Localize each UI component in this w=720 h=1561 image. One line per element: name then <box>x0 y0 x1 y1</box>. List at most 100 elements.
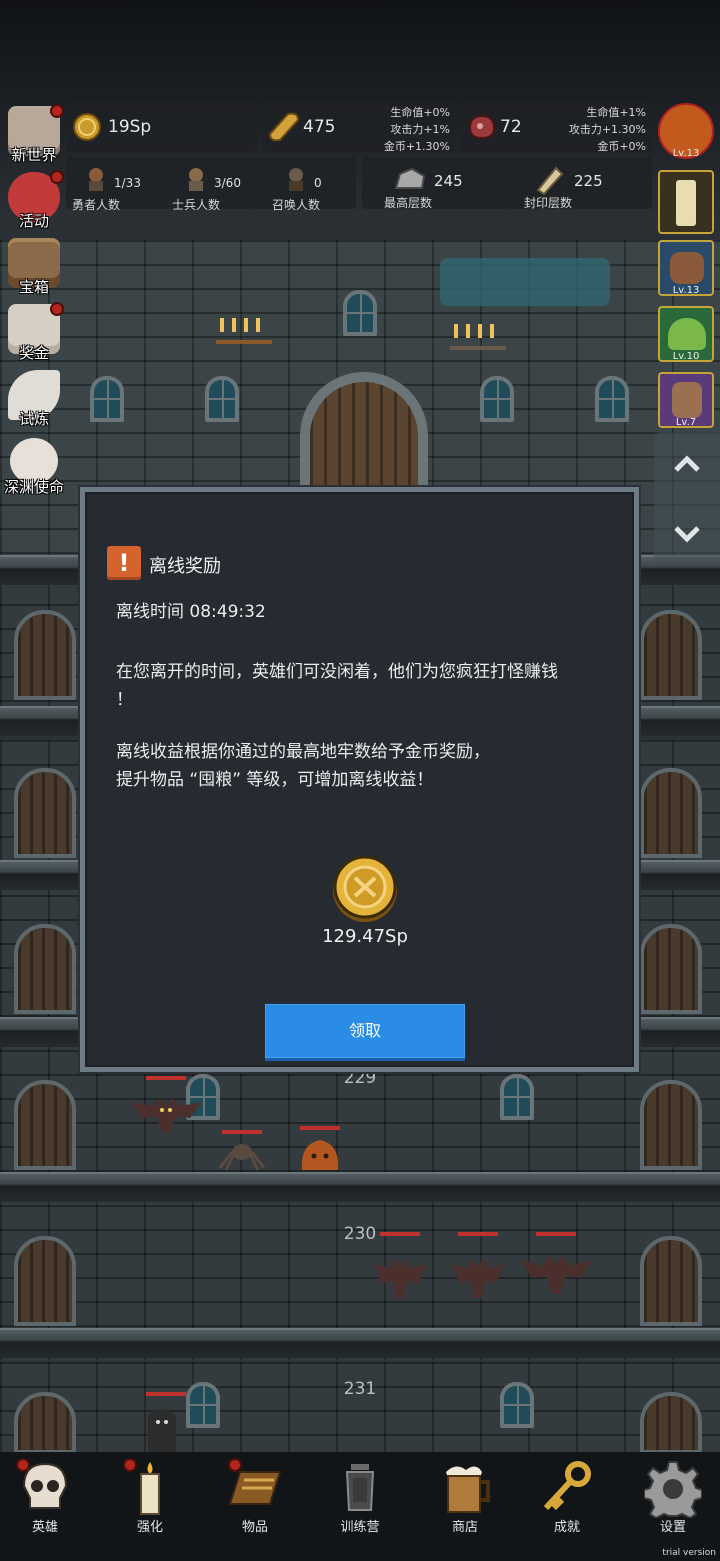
new-world-label: 新世界 <box>11 146 57 164</box>
abyss-mission-label: 深渊使命 <box>3 478 64 496</box>
monster-hp-bar <box>380 1232 420 1236</box>
item-level: Lv.13 <box>672 285 700 296</box>
stone-icon <box>394 167 426 189</box>
summon-icon <box>289 168 303 191</box>
hero-count: 1/33 <box>114 176 141 190</box>
item-slot[interactable] <box>658 170 714 234</box>
bat-monster <box>130 1098 202 1132</box>
scroll-icon <box>536 166 564 196</box>
dungeon-door <box>14 1236 76 1326</box>
gold-coin-icon <box>333 855 397 922</box>
bottom-navigation: 英雄 强化 物品 训练营 商店 成就 设置 trial version <box>0 1452 720 1561</box>
gear-icon <box>644 1461 702 1518</box>
meat-bonus-atk: 攻击力+1.30% <box>568 123 646 136</box>
gold-coin-icon <box>73 113 101 141</box>
chevron-down-icon[interactable] <box>672 518 702 548</box>
lantern-icon <box>345 1464 375 1511</box>
currency-value: 19Sp <box>108 117 152 137</box>
bread-bonus-hp: 生命值+0% <box>390 106 450 119</box>
sealed-floor-label: 封印层数 <box>524 196 573 210</box>
soldier-icon <box>189 168 203 191</box>
hero-count-label: 勇者人数 <box>72 198 121 212</box>
dungeon-window <box>186 1382 220 1428</box>
sealed-floor-value: 225 <box>574 172 603 190</box>
treasure-label: 宝箱 <box>18 278 49 296</box>
castle-gate <box>300 372 428 502</box>
item-level: Lv.10 <box>672 351 700 362</box>
floor-scroll-controls <box>654 432 720 564</box>
summon-count: 0 <box>314 176 322 190</box>
item-level: Lv.13 <box>672 148 700 159</box>
bread-value: 475 <box>303 117 336 137</box>
monster-hp-bar <box>222 1130 262 1134</box>
monster-hp-bar <box>458 1232 498 1236</box>
max-floor-label: 最高层数 <box>384 196 433 210</box>
spider-monster <box>218 1144 266 1171</box>
slime-icon <box>668 318 706 350</box>
watermark: trial version <box>662 1548 716 1558</box>
monster-hp-bar <box>536 1232 576 1236</box>
dungeon-door <box>14 768 76 858</box>
offline-reward-dialog: ! 离线奖励 离线时间 08:49:32 在您离开的时间，英雄们可没闲着，他们为… <box>80 487 639 1072</box>
max-floor-value: 245 <box>434 172 463 190</box>
item-slot[interactable]: Lv.13 <box>658 103 714 159</box>
dungeon-window <box>480 376 514 422</box>
beer-mug-icon <box>446 1466 490 1513</box>
nav-upgrade-label: 强化 <box>136 1520 163 1535</box>
dialog-title: 离线奖励 <box>149 556 221 577</box>
nav-shop[interactable]: 商店 <box>420 1452 510 1542</box>
meat-icon <box>468 114 496 140</box>
ghost-monster <box>148 1409 176 1452</box>
dungeon-window <box>595 376 629 422</box>
nav-achievements-label: 成就 <box>553 1520 580 1535</box>
nav-items[interactable]: 物品 <box>210 1452 300 1542</box>
bread-bonus-atk: 攻击力+1% <box>390 123 450 136</box>
item-slot[interactable]: Lv.13 <box>658 240 714 296</box>
dungeon-window <box>500 1382 534 1428</box>
nav-heroes-label: 英雄 <box>31 1520 58 1535</box>
dungeon-window <box>205 376 239 422</box>
dungeon-window <box>90 376 124 422</box>
nav-training-camp-label: 训练营 <box>340 1520 380 1535</box>
item-slot[interactable]: Lv.7 <box>658 372 714 428</box>
hero-icon <box>89 168 103 191</box>
hero-portrait-icon <box>672 382 702 418</box>
dialog-message-line: ！ <box>116 690 133 710</box>
bat-monster <box>452 1258 504 1298</box>
nav-heroes[interactable]: 英雄 <box>0 1452 90 1542</box>
item-slot[interactable]: Lv.10 <box>658 306 714 362</box>
notification-badge <box>123 1458 137 1472</box>
soldier-count-label: 士兵人数 <box>172 198 221 212</box>
dialog-message-line: 离线收益根据你通过的最高地牢数给予金币奖励， <box>116 742 490 762</box>
chandelier <box>216 318 272 344</box>
event-button[interactable]: 活动 <box>2 170 66 230</box>
new-world-button[interactable]: 新世界 <box>2 104 66 164</box>
chevron-up-icon[interactable] <box>672 450 702 480</box>
monster-hp-bar <box>146 1392 186 1396</box>
dungeon-door <box>14 1080 76 1170</box>
abyss-mission-button[interactable]: 深渊使命 <box>2 436 66 496</box>
bonus-button[interactable]: 奖金 <box>2 302 66 362</box>
nav-upgrade[interactable]: 强化 <box>105 1452 195 1542</box>
notification-badge <box>228 1458 242 1472</box>
soldier-count: 3/60 <box>214 176 241 190</box>
bat-monster <box>374 1258 426 1298</box>
dungeon-door <box>14 924 76 1014</box>
monster-hp-bar <box>300 1126 340 1130</box>
nav-achievements[interactable]: 成就 <box>522 1452 612 1542</box>
nav-settings[interactable]: 设置 <box>628 1452 718 1542</box>
claim-button[interactable]: 领取 <box>265 1004 465 1058</box>
dungeon-window <box>500 1074 534 1120</box>
floor-number: 231 <box>343 1379 377 1399</box>
summon-count-label: 召唤人数 <box>272 198 321 212</box>
nav-training-camp[interactable]: 训练营 <box>315 1452 405 1542</box>
treasure-button[interactable]: 宝箱 <box>2 236 66 296</box>
sack-icon <box>670 252 704 284</box>
dungeon-door <box>640 1236 702 1326</box>
monster-hp-bar <box>146 1076 186 1080</box>
notification-badge <box>50 170 64 184</box>
nav-items-label: 物品 <box>241 1520 268 1535</box>
notification-badge <box>16 1458 30 1472</box>
nav-shop-label: 商店 <box>451 1520 478 1535</box>
trial-button[interactable]: 试炼 <box>2 368 66 428</box>
